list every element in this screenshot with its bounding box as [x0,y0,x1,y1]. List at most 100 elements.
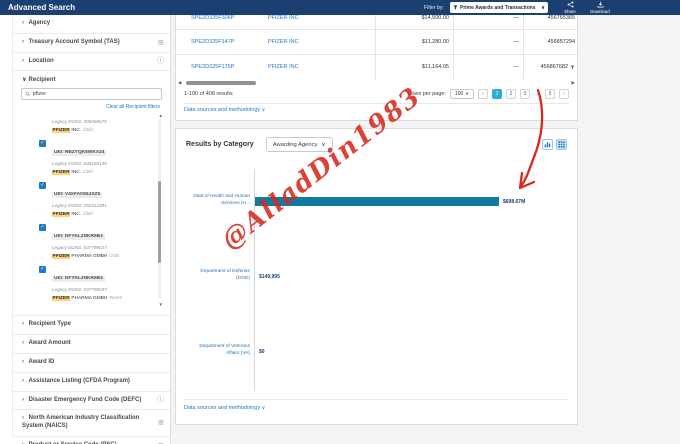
award-amount-cell: $11,280.00 [375,30,453,54]
column-filter-icon[interactable] [570,65,575,70]
chevron-down-icon: ∨ [22,77,27,83]
recipient-checkbox[interactable]: ✓ [39,224,46,231]
recipient-link[interactable]: PFIZER INC [260,15,375,21]
recipient-checkbox[interactable]: ✓ [39,266,46,273]
results-by-category-title: Results by Category [186,141,254,148]
recipient-uei: UEI: DFYKL2NKR5B4 [52,276,105,282]
recipient-search-box [21,88,162,100]
rows-per-page-label: Rows per page: [407,91,446,97]
ref-number-cell: 456867682 [523,55,579,79]
sidebar-item-label: Award ID [28,359,54,365]
sidebar-item-psc[interactable]: › Product or Service Code (PSC) ⊞ [13,437,170,444]
recipient-checkbox[interactable]: ✓ [39,182,46,189]
divider [184,399,569,400]
sidebar-item-label: Award Amount [28,340,70,346]
award-type-filter-dropdown[interactable]: Prime Awards and Transactions ∨ [450,2,548,13]
sidebar-item-cfda[interactable]: › Assistance Listing (CFDA Program) [13,373,170,392]
bar-hhs[interactable] [255,197,499,206]
recipient-filter-section: ∨ Recipient Clear all Recipient filters … [13,71,170,316]
recipient-checkbox[interactable]: ✓ [39,140,46,147]
results-by-category-panel: Results by Category Awarding Agency ∨ De… [175,128,578,425]
chevron-right-icon: › [22,378,24,384]
page-button-2[interactable]: 2 [506,89,516,99]
clear-recipient-filters-link[interactable]: Clear all Recipient filters [23,104,160,110]
sidebar-item-tas[interactable]: › Treasury Account Symbol (TAS) ⊞ [13,34,170,53]
data-sources-link[interactable]: Data sources and methodology ∨ [184,405,265,411]
sidebar-item-location[interactable]: › Location ⓘ [13,53,170,72]
category-label-link[interactable]: Dept of Health and Human Services (H... [176,193,250,207]
scroll-left-icon[interactable]: ◀ [178,80,181,86]
dash-cell: — [453,55,523,79]
list-item-recipient: ✓ UEI: RBZYQK5WKX34 Legacy DUNS: 8481681… [52,140,154,175]
recipient-level-tag: Child [83,169,93,174]
dash-cell: — [453,30,523,54]
divider [184,103,569,104]
recipient-list-scrollbar-thumb[interactable] [158,181,161,263]
recipient-name-rest: PHARMA GMBH [70,254,107,259]
sidebar-item-label: Assistance Listing (CFDA Program) [28,378,129,384]
category-label-link[interactable]: Department of Veterans Affairs (VA) [176,343,250,357]
chart-view-toggle[interactable] [542,139,553,150]
data-sources-link[interactable]: Data sources and methodology ∨ [184,107,265,113]
recipient-duns: Legacy DUNS: 848168149 [52,161,154,166]
funnel-icon [453,5,458,10]
info-icon: ⓘ [157,57,164,66]
sidebar-item-label: Location [29,58,54,64]
table-view-toggle[interactable] [556,139,567,150]
page-button-1[interactable]: 1 [492,89,502,99]
award-id-link[interactable]: SPE2D325F175P [176,64,260,70]
recipient-duns: Legacy DUNS: 537798637 [52,287,154,292]
recipient-name: PFIZER INC.Child [52,127,154,133]
category-label-line: Affairs (VA) [176,350,250,357]
sidebar-item-recipient[interactable]: ∨ Recipient [13,71,170,86]
category-label-line: Dept of Health and Human [176,193,250,200]
recipient-link[interactable]: PFIZER INC [260,39,375,45]
sidebar-item-label: Disaster Emergency Fund Code (DEFC) [29,397,142,403]
sidebar-item-award-amount[interactable]: › Award Amount [13,335,170,354]
scroll-down-icon[interactable]: ▼ [159,302,163,307]
scroll-right-icon[interactable]: ▶ [572,80,575,86]
table-icon [558,141,565,148]
sidebar-item-award-id[interactable]: › Award ID [13,354,170,373]
bar-value-label: $149,995 [259,274,280,280]
share-button[interactable]: Share [556,1,584,14]
sidebar-item-defc[interactable]: › Disaster Emergency Fund Code (DEFC) ⓘ [13,392,170,411]
category-label-link[interactable]: Department of Defense (DOD) [176,268,250,282]
page-ellipsis: … [534,89,541,99]
recipient-link[interactable]: PFIZER INC [260,64,375,70]
left-gutter [0,0,13,444]
category-dropdown[interactable]: Awarding Agency ∨ [266,137,333,152]
recipient-duns: Legacy DUNS: 052612491 [52,203,154,208]
sidebar-item-recipient-type[interactable]: › Recipient Type [13,316,170,335]
award-amount-cell: $11,164.05 [375,55,453,79]
sidebar-item-label: North American Industry Classification S… [22,415,139,429]
award-id-link[interactable]: SPE2D325F306P [176,15,260,21]
rows-per-page-select[interactable]: 100 ∨ [450,89,474,99]
page-title: Advanced Search [8,0,75,15]
bar-chart-icon [544,141,551,148]
highlighted-match: PFIZER [52,296,70,301]
chart-bar-row-dod: Department of Defense (DOD) $149,995 [176,268,577,286]
category-label-line: Services (H... [176,200,250,207]
list-item-recipient-partial: Legacy DUNS: 006068679 PFIZER INC.Child [52,119,154,133]
category-label-line: Department of Defense [176,268,250,275]
chart-bar-row-hhs: Dept of Health and Human Services (H... … [176,193,577,211]
prev-page-button[interactable]: ‹ [478,89,488,99]
next-page-button[interactable]: › [559,89,569,99]
recipient-level-tag: Child [83,127,93,132]
scroll-up-icon[interactable]: ▲ [159,113,163,118]
ref-number-cell: 456857294 [523,30,579,54]
download-icon [597,1,604,8]
sidebar-item-naics[interactable]: › North American Industry Classification… [13,410,170,437]
recipient-name-rest: PHARMA GMBH [70,296,107,301]
award-id-link[interactable]: SPE2D325F147P [176,39,260,45]
page-button-5[interactable]: 5 [545,89,555,99]
sidebar-item-agency[interactable]: › Agency [13,15,170,34]
recipient-name: PFIZER INC.Child [52,211,154,217]
download-button[interactable]: Download [586,1,614,14]
recipient-search-input[interactable] [33,91,158,97]
page-button-3[interactable]: 3 [520,89,530,99]
table-scrollbar-thumb[interactable] [186,81,256,85]
chevron-down-icon: ∨ [541,5,545,11]
recipient-uei: UEI: V4XFA0S6JXZ5 [52,192,102,198]
